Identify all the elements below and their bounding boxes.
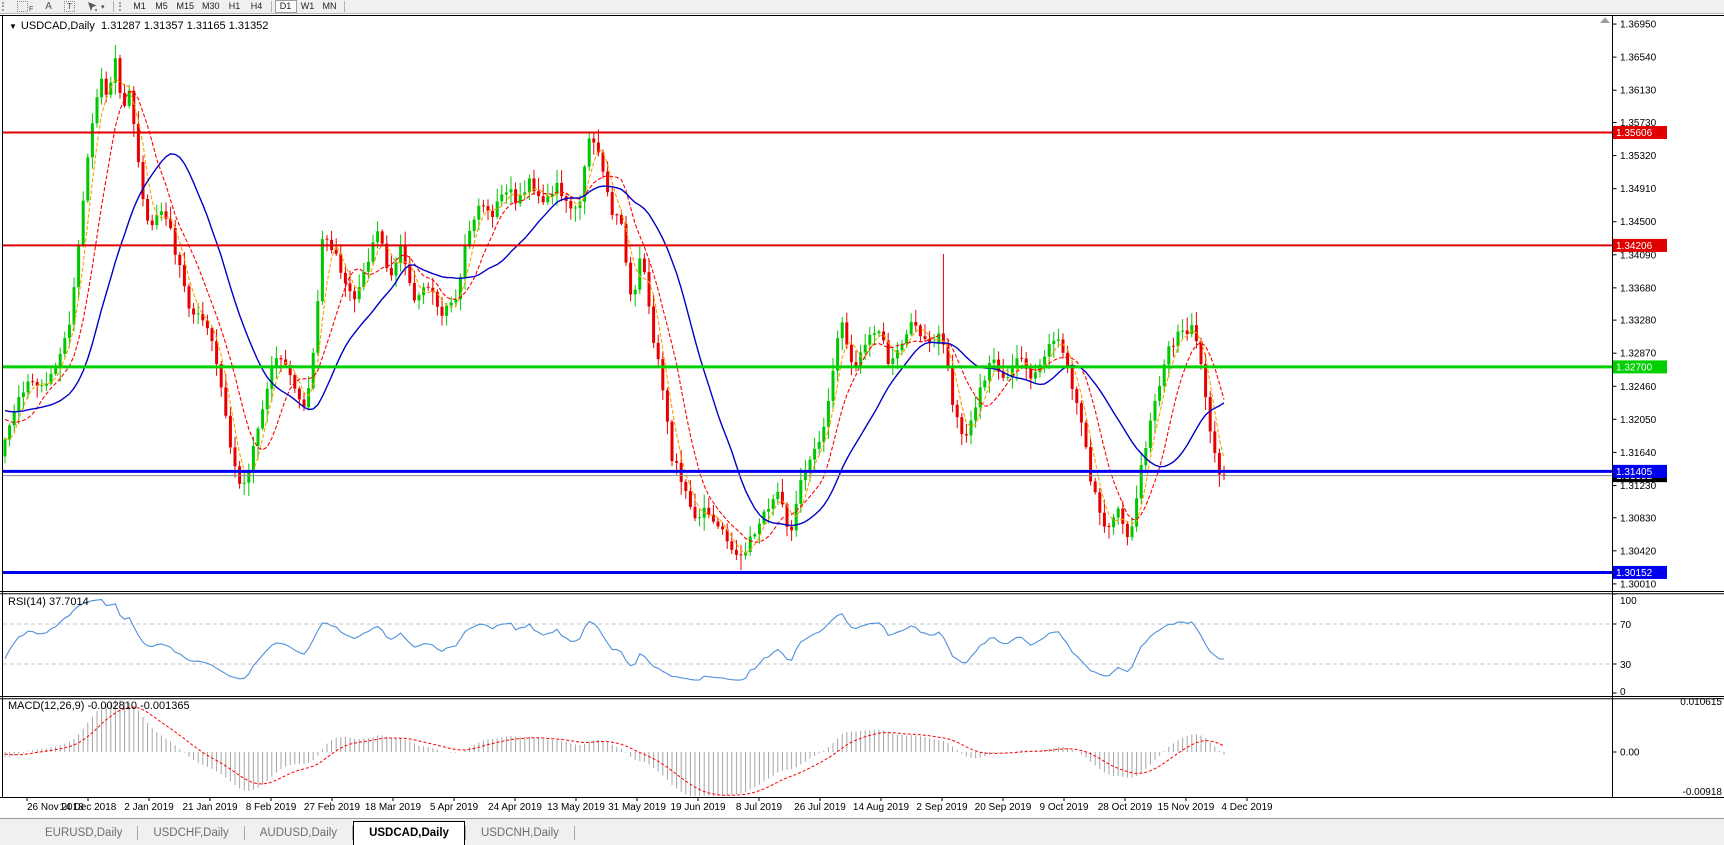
timeframe-button-h1[interactable]: H1 <box>224 0 246 13</box>
price-tick-label: 1.31230 <box>1620 481 1657 492</box>
pivot-line-tag: 1.32700 <box>1613 360 1667 373</box>
macd-axis-min: -0.00918 <box>1683 787 1723 798</box>
timeframe-button-m15[interactable]: M15 <box>172 0 198 13</box>
support-line-2-tag: 1.30152 <box>1613 566 1667 579</box>
chart-tab-usdchf[interactable]: USDCHF,Daily <box>138 823 243 843</box>
price-tick-label: 1.36540 <box>1620 53 1657 64</box>
rsi-axis-label: 70 <box>1620 620 1632 631</box>
date-tick-label: 18 Mar 2019 <box>365 802 422 813</box>
price-tick-label: 1.36950 <box>1620 20 1657 31</box>
resistance-line-2-tag: 1.34206 <box>1613 239 1667 252</box>
date-tick-label: 26 Jul 2019 <box>794 802 846 813</box>
fibonacci-icon <box>17 1 28 12</box>
cursor-arrow-icon <box>87 1 98 12</box>
price-tick-label: 1.30830 <box>1620 513 1657 524</box>
date-tick-label: 8 Feb 2019 <box>246 802 297 813</box>
text-label-icon: A <box>45 1 52 12</box>
chart-tab-usdcnh[interactable]: USDCNH,Daily <box>466 823 574 843</box>
cursor-tool-button[interactable]: ▾ <box>81 0 111 13</box>
price-tick-label: 1.34500 <box>1620 217 1657 228</box>
rsi-axis-label: 0 <box>1620 687 1626 698</box>
date-tick-label: 2 Jan 2019 <box>124 802 174 813</box>
date-tick-label: 27 Feb 2019 <box>304 802 361 813</box>
tab-separator <box>574 826 575 840</box>
chart-tab-audusd[interactable]: AUDUSD,Daily <box>245 823 352 843</box>
text-box-tool-button[interactable]: T <box>58 0 81 13</box>
timeframe-button-m5[interactable]: M5 <box>150 0 172 13</box>
text-box-icon: T <box>64 1 75 12</box>
price-tick-label: 1.32460 <box>1620 382 1657 393</box>
timeframe-button-d1[interactable]: D1 <box>275 0 297 13</box>
date-tick-label: 19 Jun 2019 <box>670 802 725 813</box>
timeframe-button-m1[interactable]: M1 <box>128 0 150 13</box>
timeframe-button-h4[interactable]: H4 <box>246 0 268 13</box>
price-tick-label: 1.36130 <box>1620 86 1657 97</box>
text-label-tool-button[interactable]: A <box>39 0 58 13</box>
support-line-1-tag: 1.31405 <box>1613 465 1667 478</box>
date-tick-label: 28 Oct 2019 <box>1098 802 1153 813</box>
cursor-tool-caret-icon[interactable]: ▾ <box>101 3 105 11</box>
date-tick-label: 5 Apr 2019 <box>430 802 479 813</box>
mt4-terminal: F A T ▾ M1M5M15M30H1H4 D1W1MN 1.36950 1.36… <box>0 0 1724 845</box>
date-tick-label: 21 Jan 2019 <box>182 802 237 813</box>
macd-axis-zero: 0.00 <box>1620 748 1640 759</box>
svg-text:1.30152: 1.30152 <box>1616 568 1653 579</box>
svg-text:1.32700: 1.32700 <box>1616 362 1653 373</box>
svg-text:1.31405: 1.31405 <box>1616 467 1653 478</box>
timeframe-toolbar: M1M5M15M30H1H4 D1W1MN <box>128 0 347 13</box>
price-tick-label: 1.31640 <box>1620 448 1657 459</box>
price-tick-label: 1.30420 <box>1620 546 1657 557</box>
price-tick-label: 1.30010 <box>1620 579 1657 590</box>
date-tick-label: 20 Sep 2019 <box>975 802 1032 813</box>
rsi-axis-label: 100 <box>1620 596 1637 607</box>
timeframe-button-m30[interactable]: M30 <box>198 0 224 13</box>
date-tick-label: 15 Nov 2019 <box>1158 802 1215 813</box>
svg-text:1.34206: 1.34206 <box>1616 241 1653 252</box>
date-tick-label: 8 Jul 2019 <box>736 802 783 813</box>
date-tick-label: 4 Dec 2019 <box>1221 802 1273 813</box>
chart-canvas[interactable]: 1.369501.365401.361301.357301.353201.349… <box>0 14 1724 818</box>
price-tick-label: 1.34910 <box>1620 184 1657 195</box>
macd-axis-max: 0.010615 <box>1680 697 1722 708</box>
svg-text:1.35606: 1.35606 <box>1616 128 1653 139</box>
toolbar-drag-handle-2[interactable] <box>119 2 124 11</box>
toolbar-separator <box>344 1 345 12</box>
fibonacci-tool-button[interactable]: F <box>11 0 39 13</box>
toolbar-separator <box>113 1 114 12</box>
fibonacci-icon-letter: F <box>29 6 33 13</box>
timeframe-button-mn[interactable]: MN <box>319 0 341 13</box>
chart-tab-usdcad[interactable]: USDCAD,Daily <box>353 821 465 845</box>
date-tick-label: 2 Sep 2019 <box>916 802 968 813</box>
price-tick-label: 1.33280 <box>1620 316 1657 327</box>
toolbar-drag-handle[interactable] <box>2 2 7 11</box>
price-tick-label: 1.32050 <box>1620 415 1657 426</box>
chart-tab-bar: EURUSD,DailyUSDCHF,DailyAUDUSD,DailyUSDC… <box>0 818 1724 845</box>
main-toolbar: F A T ▾ M1M5M15M30H1H4 D1W1MN <box>0 0 1724 14</box>
toolbar-separator <box>271 1 272 12</box>
date-tick-label: 14 Dec 2018 <box>60 802 117 813</box>
timeframe-button-w1[interactable]: W1 <box>297 0 319 13</box>
price-tick-label: 1.35320 <box>1620 151 1657 162</box>
resistance-line-1-tag: 1.35606 <box>1613 126 1667 139</box>
date-tick-label: 31 May 2019 <box>608 802 666 813</box>
price-tick-label: 1.34090 <box>1620 250 1657 261</box>
price-tick-label: 1.32870 <box>1620 349 1657 360</box>
chart-tab-eurusd[interactable]: EURUSD,Daily <box>30 823 137 843</box>
date-tick-label: 24 Apr 2019 <box>488 802 542 813</box>
price-tick-label: 1.33680 <box>1620 283 1657 294</box>
date-tick-label: 14 Aug 2019 <box>853 802 910 813</box>
date-tick-label: 9 Oct 2019 <box>1040 802 1089 813</box>
rsi-axis-label: 30 <box>1620 660 1632 671</box>
date-tick-label: 13 May 2019 <box>547 802 605 813</box>
